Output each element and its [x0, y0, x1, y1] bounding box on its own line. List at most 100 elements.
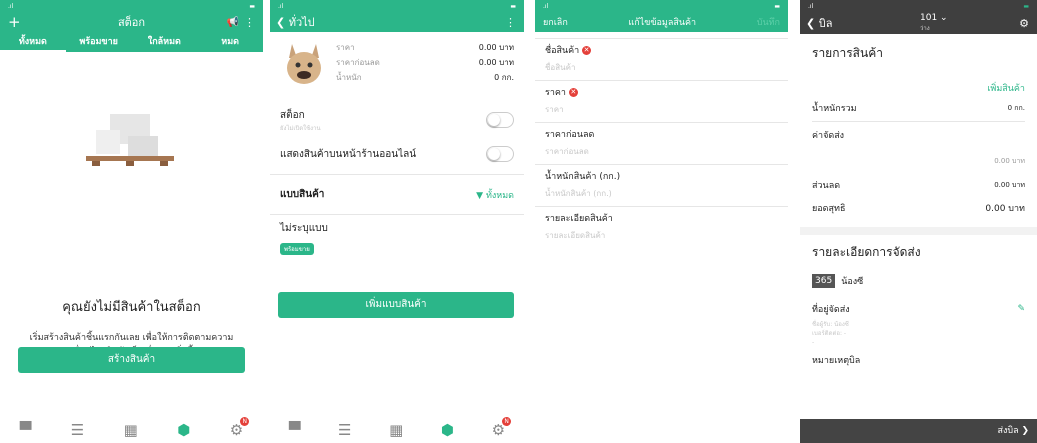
price-field[interactable]: ราคา ✕ ราคา — [535, 80, 788, 122]
nav-bar: ❮ บิล 101 ⌄ ว่าง ⚙ — [800, 12, 1037, 34]
nav-bar: ยกเลิก แก้ไขข้อมูลสินค้า บันทึก — [535, 12, 788, 32]
net-row: ยอดสุทธิ 0.00 บาท — [812, 197, 1025, 219]
page-title: สต็อก — [117, 16, 146, 29]
tab-all[interactable]: ทั้งหมด — [0, 32, 66, 52]
stock-toggle[interactable] — [486, 112, 514, 128]
description-placeholder: รายละเอียดสินค้า — [545, 231, 606, 240]
megaphone-icon[interactable]: 📢 — [227, 17, 239, 28]
stock-sub: ยังไม่เปิดใช้งาน — [280, 124, 321, 132]
bottom-nav: ▀ ☰ ▦ ⬢ ⚙ N — [0, 417, 263, 443]
add-icon[interactable]: + — [8, 13, 21, 31]
variant-status: พร้อมขาย — [280, 243, 314, 255]
chat-icon[interactable]: ▀ — [20, 421, 32, 439]
edit-product-screen: .ıl ▬ ยกเลิก แก้ไขข้อมูลสินค้า บันทึก ชื่… — [535, 0, 788, 443]
delivery-section: รายละเอียดการจัดส่ง 365 น้องซี ที่อยู่จั… — [800, 235, 1037, 367]
more-icon[interactable]: ⋮ — [244, 16, 255, 29]
settings-icon[interactable]: ⚙ N — [492, 417, 512, 439]
weight-field[interactable]: น้ำหนักสินค้า (กก.) น้ำหนักสินค้า (กก.) — [535, 164, 788, 206]
more-icon[interactable]: ⋮ — [505, 16, 516, 29]
back-label: บิล — [818, 17, 833, 30]
store-icon[interactable]: ▦ — [389, 421, 403, 439]
product-summary: ราคา 0.00 บาท ราคาก่อนลด 0.00 บาท น้ำหนัก 0… — [270, 32, 524, 98]
settings-icon[interactable]: ⚙ N — [230, 417, 250, 439]
weight-label: น้ำหนักสินค้า (กก.) — [545, 172, 621, 182]
tab-low[interactable]: ใกล้หมด — [132, 32, 198, 52]
send-bill-label: ส่งบิล — [997, 426, 1019, 436]
bill-number: 101 — [920, 13, 938, 23]
online-toggle[interactable] — [486, 146, 514, 162]
price-placeholder: ราคา — [545, 105, 564, 114]
carrier-row[interactable]: 365 น้องซี — [812, 274, 1025, 288]
tab-ready[interactable]: พร้อมขาย — [66, 32, 132, 52]
variant-item[interactable]: ไม่ระบุแบบ พร้อมขาย — [270, 214, 524, 261]
error-icon: ✕ — [568, 88, 578, 97]
description-field[interactable]: รายละเอียดสินค้า รายละเอียดสินค้า — [535, 206, 788, 248]
back-label: ทั่วไป — [288, 16, 315, 29]
empty-title: คุณยังไม่มีสินค้าในสต็อก — [62, 300, 201, 315]
price-label: ราคา — [545, 88, 566, 98]
discount-value: 0.00 บาท — [994, 180, 1025, 189]
variant-header: แบบสินค้า ▼ ทั้งหมด — [270, 174, 524, 214]
product-name-field[interactable]: ชื่อสินค้า ✕ ชื่อสินค้า — [535, 38, 788, 80]
status-bar: .ıl ▬ — [270, 0, 524, 12]
add-variant-button[interactable]: เพิ่มแบบสินค้า — [278, 292, 514, 318]
online-label: แสดงสินค้าบนหน้าร้านออนไลน์ — [280, 148, 417, 160]
gear-icon[interactable]: ⚙ — [1019, 17, 1029, 30]
filter-label: ทั้งหมด — [485, 190, 514, 201]
phone-line: เบอร์ติดต่อ: - — [812, 330, 847, 337]
error-icon: ✕ — [582, 46, 592, 55]
empty-illustration — [0, 52, 263, 202]
original-price-label: ราคาก่อนลด — [336, 58, 380, 67]
address-line: - — [812, 339, 815, 346]
product-detail-screen: .ıl ▬ ❮ ทั่วไป ⋮ ราคา 0.00 บาท ราคาก่อนลด 0… — [270, 0, 524, 443]
variant-title: แบบสินค้า — [280, 189, 325, 200]
add-item-button[interactable]: เพิ่มสินค้า — [812, 81, 1025, 95]
shipping-row[interactable]: ค่าจัดส่ง 0.00 บาท — [812, 121, 1025, 173]
back-button[interactable]: ❮ ทั่วไป — [276, 13, 315, 31]
weight-value: 0 กก. — [494, 73, 514, 82]
bill-screen: .ıl ▬ ❮ บิล 101 ⌄ ว่าง ⚙ รายการสินค้า เพิ่… — [800, 0, 1037, 443]
save-button[interactable]: บันทึก — [757, 15, 780, 29]
carrier-logo: 365 — [812, 274, 836, 288]
product-image[interactable] — [284, 42, 324, 86]
weight-placeholder: น้ำหนักสินค้า (กก.) — [545, 189, 612, 198]
create-product-button[interactable]: สร้างสินค้า — [18, 347, 245, 373]
edit-pencil-icon[interactable]: ✎ — [1017, 304, 1025, 314]
bill-selector[interactable]: 101 ⌄ ว่าง — [920, 13, 948, 34]
shipping-label: ค่าจัดส่ง — [812, 131, 845, 141]
address-label: ที่อยู่จัดส่ง — [812, 305, 850, 315]
status-bar: .ıl ▬ — [535, 0, 788, 12]
status-bar: .ıl ▬ — [800, 0, 1037, 12]
original-price-value: 0.00 บาท — [478, 58, 514, 67]
store-icon[interactable]: ▦ — [124, 421, 138, 439]
weight-row: น้ำหนักรวม 0 กก. — [812, 95, 1025, 121]
carrier-name: น้องซี — [841, 277, 864, 287]
list-icon[interactable]: ☰ — [338, 421, 351, 439]
cancel-button[interactable]: ยกเลิก — [543, 15, 568, 29]
tab-out[interactable]: หมด — [197, 32, 263, 52]
filter-button[interactable]: ▼ ทั้งหมด — [476, 188, 514, 202]
chat-icon[interactable]: ▀ — [289, 421, 301, 439]
items-title: รายการสินค้า — [812, 46, 883, 60]
online-row: แสดงสินค้าบนหน้าร้านออนไลน์ — [270, 142, 524, 166]
variant-name: ไม่ระบุแบบ — [280, 223, 328, 234]
price-list: ราคา 0.00 บาท ราคาก่อนลด 0.00 บาท น้ำหนัก 0… — [336, 40, 514, 85]
shipping-value: 0.00 บาท — [994, 157, 1025, 165]
bottom-nav: ▀ ☰ ▦ ⬢ ⚙ N — [270, 417, 524, 443]
list-icon[interactable]: ☰ — [71, 421, 84, 439]
note-label[interactable]: หมายเหตุบิล — [812, 353, 1025, 367]
original-price-field[interactable]: ราคาก่อนลด ราคาก่อนลด — [535, 122, 788, 164]
notification-badge: N — [502, 417, 512, 426]
box-icon[interactable]: ⬢ — [441, 421, 454, 439]
box-icon[interactable]: ⬢ — [177, 421, 190, 439]
send-bill-button[interactable]: ส่งบิล ❯ — [800, 419, 1037, 443]
discount-row[interactable]: ส่วนลด 0.00 บาท — [812, 173, 1025, 197]
back-button[interactable]: ❮ บิล — [806, 14, 832, 32]
price-label: ราคา — [336, 43, 355, 52]
net-value: 0.00 บาท — [985, 204, 1025, 214]
bill-status: ว่าง — [920, 25, 930, 32]
discount-label: ส่วนลด — [812, 181, 841, 191]
original-price-placeholder: ราคาก่อนลด — [545, 147, 589, 156]
stock-row: สต็อก ยังไม่เปิดใช้งาน — [270, 98, 524, 142]
price-value: 0.00 บาท — [478, 43, 514, 52]
